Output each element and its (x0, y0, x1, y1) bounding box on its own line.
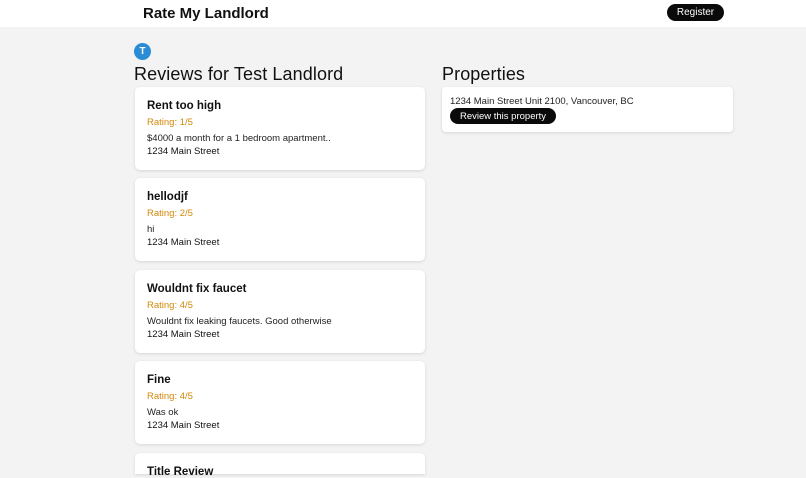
review-rating: Rating: 1/5 (147, 117, 193, 128)
review-property-button[interactable]: Review this property (450, 108, 556, 124)
review-rating: Rating: 4/5 (147, 391, 193, 402)
review-title: Title Review (147, 466, 214, 478)
review-card: Wouldnt fix faucet Rating: 4/5 Wouldnt f… (135, 270, 425, 353)
review-card: hellodjf Rating: 2/5 hi 1234 Main Street (135, 178, 425, 261)
review-title: Rent too high (147, 100, 222, 112)
review-title: hellodjf (147, 191, 188, 203)
review-body: $4000 a month for a 1 bedroom apartment.… (147, 133, 331, 144)
review-card: Fine Rating: 4/5 Was ok 1234 Main Street (135, 361, 425, 444)
reviews-heading: Reviews for Test Landlord (134, 64, 344, 84)
property-card: 1234 Main Street Unit 2100, Vancouver, B… (442, 87, 733, 132)
brand-logo-text[interactable]: Rate My Landlord (143, 5, 269, 22)
review-body: Wouldnt fix leaking faucets. Good otherw… (147, 316, 332, 327)
review-address: 1234 Main Street (147, 146, 220, 157)
property-address: 1234 Main Street Unit 2100, Vancouver, B… (450, 96, 634, 107)
properties-heading: Properties (442, 64, 526, 84)
review-rating: Rating: 2/5 (147, 208, 193, 219)
register-button[interactable]: Register (667, 4, 724, 21)
review-address: 1234 Main Street (147, 420, 220, 431)
review-address: 1234 Main Street (147, 329, 220, 340)
top-navbar: Rate My Landlord Register (0, 0, 806, 27)
review-address: 1234 Main Street (147, 237, 220, 248)
review-title: Wouldnt fix faucet (147, 283, 247, 295)
review-body: hi (147, 224, 155, 235)
review-body: Was ok (147, 407, 179, 418)
landlord-avatar: T (134, 43, 151, 60)
review-card: Title Review (135, 453, 425, 478)
review-rating: Rating: 4/5 (147, 300, 193, 311)
review-title: Fine (147, 374, 171, 386)
review-card: Rent too high Rating: 1/5 $4000 a month … (135, 87, 425, 170)
